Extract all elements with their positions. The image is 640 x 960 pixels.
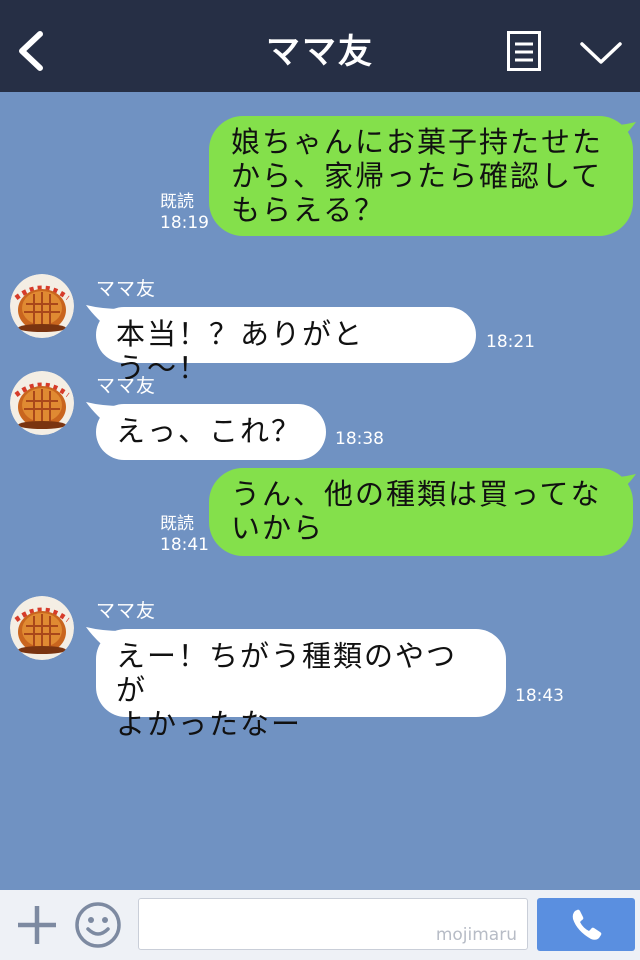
outgoing-message-bubble[interactable]: 娘ちゃんにお菓子持たせた から、家帰ったら確認して もらえる？ — [209, 116, 633, 236]
message-input[interactable]: mojimaru — [138, 898, 528, 950]
watermark: mojimaru — [435, 925, 517, 945]
call-button[interactable] — [537, 898, 635, 951]
plus-icon — [18, 906, 56, 944]
pie-icon — [10, 274, 74, 338]
sender-name: ママ友 — [96, 278, 157, 300]
emoji-button[interactable] — [73, 900, 123, 950]
phone-icon — [572, 909, 602, 940]
chat-area[interactable]: 娘ちゃんにお菓子持たせた から、家帰ったら確認して もらえる？ 既読 18:19… — [0, 92, 640, 890]
message-line: うん、他の種類は買ってな — [231, 477, 602, 511]
incoming-message-bubble[interactable]: 本当！？ありがとう〜！ — [96, 307, 476, 385]
message-composer: mojimaru — [0, 890, 640, 960]
avatar[interactable] — [10, 596, 74, 660]
incoming-message-bubble[interactable]: えー！ちがう種類のやつが よかったなー — [96, 629, 506, 741]
message-line: から、家帰ったら確認して — [231, 159, 603, 193]
avatar[interactable] — [10, 371, 74, 435]
incoming-message-bubble[interactable]: えっ、これ？ — [96, 404, 326, 460]
message-line: よかったなー — [116, 707, 303, 741]
chat-title: ママ友 — [266, 32, 374, 72]
message-line: 娘ちゃんにお菓子持たせた — [231, 125, 604, 159]
avatar[interactable] — [10, 274, 74, 338]
message-time: 18:21 — [486, 332, 535, 352]
message-line: えー！ちがう種類のやつが — [116, 639, 458, 707]
read-receipt: 既読 — [160, 192, 194, 212]
note-icon — [507, 31, 541, 71]
message-meta: 既読 18:19 — [160, 192, 209, 234]
outgoing-message-bubble[interactable]: うん、他の種類は買ってな いから — [209, 468, 633, 556]
collapse-button[interactable] — [578, 34, 624, 70]
chat-header: ママ友 — [0, 0, 640, 92]
pie-icon — [10, 371, 74, 435]
smiley-icon — [75, 902, 121, 948]
message-line: えっ、これ？ — [116, 414, 303, 448]
note-button[interactable] — [507, 31, 541, 71]
message-line: 本当！？ありがとう〜！ — [116, 317, 365, 385]
message-line: いから — [231, 511, 325, 545]
sender-name: ママ友 — [96, 600, 157, 622]
chevron-down-icon — [580, 42, 622, 64]
message-time: 18:38 — [335, 429, 384, 449]
sender-name: ママ友 — [96, 375, 157, 397]
add-button[interactable] — [14, 902, 60, 948]
message-time: 18:43 — [515, 686, 564, 706]
message-meta: 既読 18:41 — [160, 514, 209, 556]
pie-icon — [10, 596, 74, 660]
read-receipt: 既読 — [160, 514, 194, 534]
message-time: 18:41 — [160, 535, 209, 555]
message-line: もらえる？ — [231, 193, 386, 227]
message-time: 18:19 — [160, 213, 209, 233]
